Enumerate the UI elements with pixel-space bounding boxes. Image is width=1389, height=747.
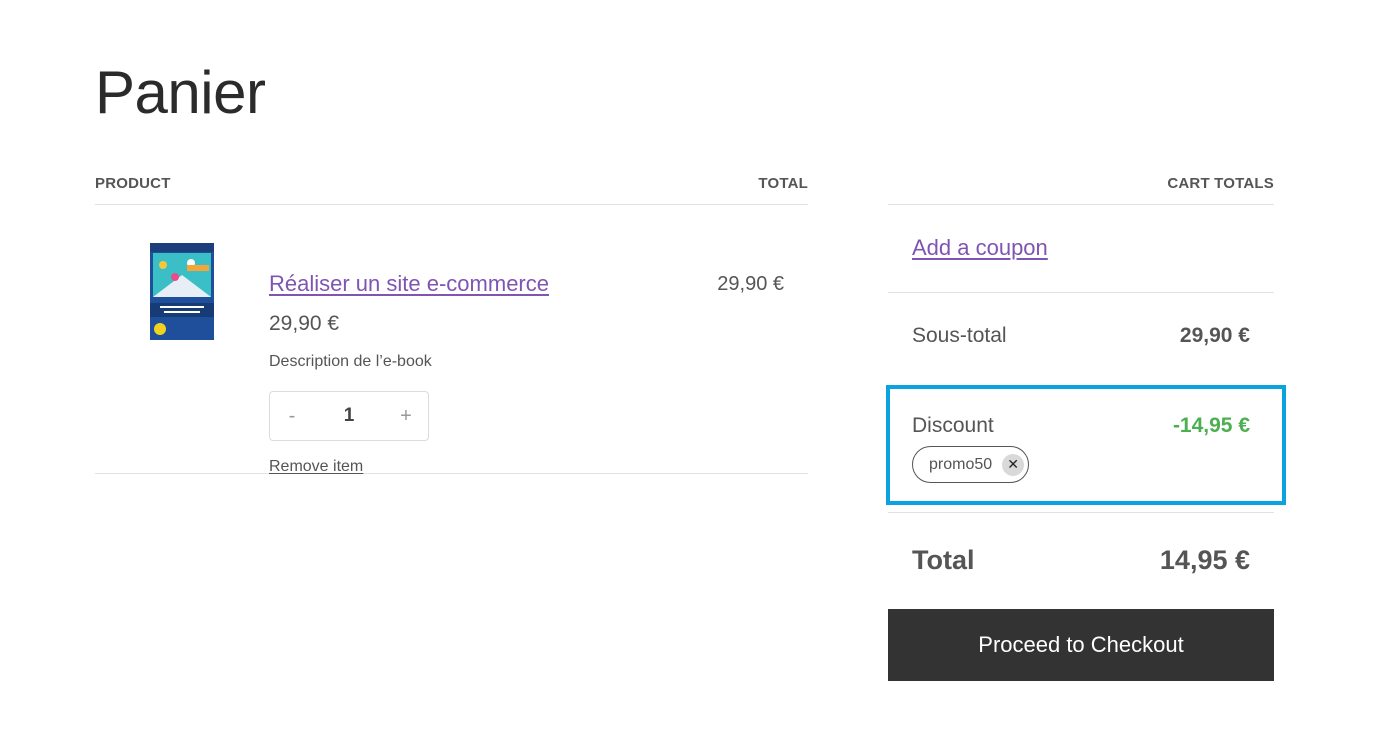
cart-table: PRODUCT TOTAL Réaliser un site e-commerc… [95,168,808,476]
subtotal-row: Sous-total 29,90 € [888,293,1274,385]
quantity-decrease-button[interactable]: - [270,405,314,428]
product-price: 29,90 € [269,312,340,335]
coupon-code: promo50 [929,455,993,473]
cart-item-row: Réaliser un site e-commerce 29,90 € Desc… [95,205,808,476]
product-name-link[interactable]: Réaliser un site e-commerce [269,271,549,297]
subtotal-value: 29,90 € [1179,324,1250,347]
column-header-product: PRODUCT [95,175,171,192]
subtotal-label: Sous-total [912,324,1007,347]
line-total: 29,90 € [717,273,784,295]
discount-value: -14,95 € [1172,414,1250,437]
close-icon[interactable]: ✕ [1002,453,1025,476]
cart-totals: CART TOTALS Add a coupon Sous-total 29,9… [888,168,1274,385]
coupon-row: Add a coupon [888,205,1274,293]
product-description: Description de l’e-book [269,353,432,370]
quantity-input[interactable]: 1 [314,405,384,427]
add-coupon-link[interactable]: Add a coupon [912,235,1048,261]
coupon-chip: promo50 ✕ [912,446,1030,483]
ebook-cover-image[interactable] [150,243,214,340]
proceed-to-checkout-button[interactable]: Proceed to Checkout [888,609,1274,681]
total-value: 14,95 € [1159,545,1250,575]
cart-table-header: PRODUCT TOTAL [95,168,808,205]
column-header-total: TOTAL [758,175,808,192]
remove-item-link[interactable]: Remove item [269,458,363,476]
discount-label: Discount [912,414,994,437]
divider [888,512,1274,513]
discount-row: Discount -14,95 € promo50 ✕ [886,385,1286,505]
page-title: Panier [95,59,266,126]
cart-totals-heading: CART TOTALS [888,168,1274,205]
quantity-stepper: - 1 + [269,391,429,441]
quantity-increase-button[interactable]: + [384,405,428,428]
total-label: Total [912,545,975,575]
